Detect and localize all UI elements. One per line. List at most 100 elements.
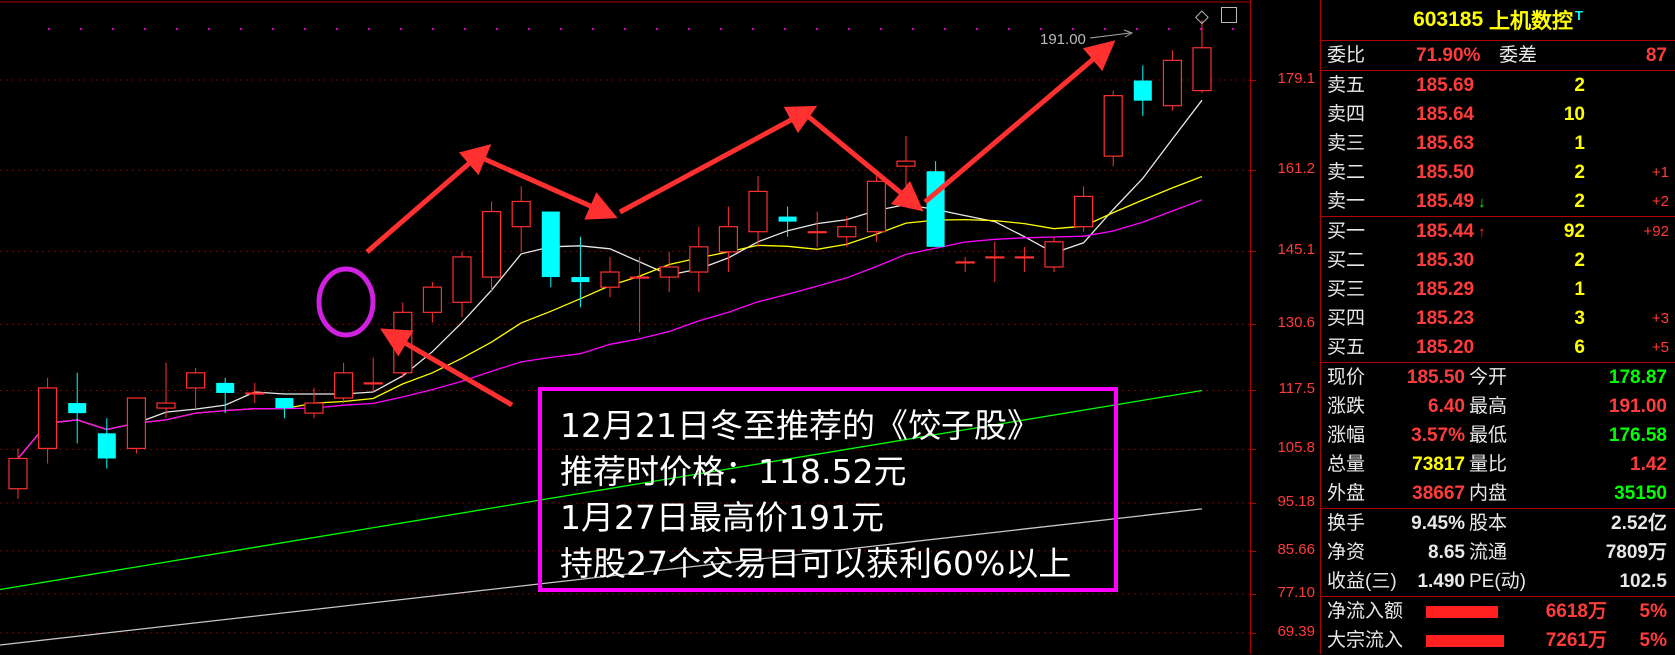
- quote-value-2: 35150: [1614, 483, 1667, 504]
- candle: [955, 256, 975, 273]
- bid-label: 买四: [1327, 308, 1366, 329]
- y-tick-label: 105.8: [1277, 439, 1315, 457]
- ask-row[interactable]: 卖五 185.69 2: [1321, 71, 1675, 100]
- candle-body: [926, 171, 945, 247]
- down-arrow-icon: ↓: [1478, 194, 1486, 211]
- candle: [1044, 236, 1064, 273]
- annotation-line-1: 12月21日冬至推荐的《饺子股》: [560, 406, 1040, 445]
- ask-label: 卖四: [1327, 104, 1366, 125]
- quote-label: 外盘: [1327, 483, 1366, 504]
- candle: [186, 367, 206, 409]
- bid-price: 185.44 ↑: [1416, 221, 1486, 242]
- marker-dot: [816, 28, 818, 30]
- weibi-label: 委比: [1327, 45, 1366, 66]
- candle-body: [718, 226, 739, 253]
- candle: [1192, 20, 1212, 94]
- candle-body: [186, 372, 206, 389]
- marker-dot: [48, 28, 50, 30]
- y-tick-label: 117.5: [1278, 380, 1315, 398]
- candle-body: [511, 200, 531, 228]
- bid-row[interactable]: 买三 185.29 1: [1321, 275, 1675, 304]
- ask-price: 185.63: [1416, 133, 1475, 154]
- annotation-line-4: 持股27个交易日可以获利60%以上: [560, 544, 1072, 583]
- candle: [807, 211, 827, 247]
- stock-header[interactable]: 603185 上机数控 T: [1321, 0, 1675, 41]
- quote-label: 涨幅: [1327, 425, 1366, 446]
- fundamental-label: 收益(三): [1327, 571, 1397, 592]
- ask-price: 185.50: [1416, 162, 1475, 183]
- y-tick-label: 95.18: [1277, 492, 1315, 510]
- candle: [334, 362, 354, 404]
- y-tick-label: 179.1: [1277, 70, 1315, 87]
- fundamental-label: 换手: [1327, 513, 1366, 534]
- quote-value-2: 178.87: [1608, 367, 1667, 388]
- candle-body: [896, 160, 916, 167]
- candle: [600, 256, 620, 298]
- candle-body: [1133, 80, 1152, 101]
- fundamentals: 换手 9.45% 股本 2.52亿 净资 8.65 流通 7809万 收益(三) 1…: [1321, 509, 1675, 597]
- ask-row[interactable]: 卖三 185.63 1: [1321, 129, 1675, 158]
- marker-dot: [848, 28, 850, 30]
- marker-dot: [464, 28, 466, 30]
- stock-name: 上机数控: [1488, 10, 1573, 33]
- fundamental-row: 换手 9.45% 股本 2.52亿: [1321, 509, 1675, 538]
- bid-volume: 1: [1574, 279, 1585, 300]
- flow-label: 净流入额: [1327, 601, 1404, 622]
- candle: [866, 176, 887, 242]
- candle-body: [216, 382, 235, 393]
- candle-body: [807, 231, 827, 234]
- candle: [1103, 90, 1123, 167]
- fundamental-value-2: 7809万: [1605, 542, 1667, 563]
- ask-price: 185.64: [1416, 104, 1475, 125]
- candle: [363, 357, 383, 393]
- marker-dot: [304, 28, 306, 30]
- stock-code: 603185: [1413, 8, 1484, 31]
- candle-body: [363, 382, 383, 385]
- flow-bar: [1426, 606, 1498, 618]
- bid-row[interactable]: 买二 185.30 2: [1321, 246, 1675, 275]
- ask-row[interactable]: 卖四 185.64 10: [1321, 100, 1675, 129]
- fundamental-value-2: 102.5: [1619, 571, 1667, 592]
- candle: [985, 241, 1005, 283]
- marker-dot: [112, 28, 114, 30]
- candle: [126, 397, 147, 454]
- candle: [1133, 65, 1152, 116]
- fundamental-row: 收益(三) 1.490 PE(动) 102.5: [1321, 567, 1675, 596]
- candle: [452, 251, 472, 318]
- candle: [541, 211, 560, 288]
- candle-body: [37, 387, 58, 450]
- ask-row[interactable]: 卖一 185.49 ↓ 2 +2: [1321, 187, 1675, 216]
- bid-row[interactable]: 买四 185.23 3 +3: [1321, 304, 1675, 333]
- candle: [718, 206, 739, 273]
- candle: [97, 418, 116, 469]
- bid-book: 买一 185.44 ↑ 92 +92 买二 185.30 2 买三 185.29 1…: [1321, 217, 1675, 363]
- candle-body: [1014, 256, 1035, 259]
- annotation-line-3: 1月27日最高价191元: [560, 498, 884, 537]
- quote-row: 外盘 38667 内盘 35150: [1321, 479, 1675, 508]
- ask-price: 185.49 ↓: [1416, 191, 1486, 212]
- highlight-circle: [316, 266, 376, 338]
- bid-price: 185.30: [1416, 250, 1475, 271]
- candle-body: [304, 402, 324, 414]
- candle: [659, 251, 679, 293]
- bid-row[interactable]: 买五 185.20 6 +5: [1321, 333, 1675, 362]
- y-tick-label: 85.66: [1277, 540, 1315, 558]
- candle: [68, 372, 87, 444]
- up-arrow-icon: ↑: [1478, 224, 1486, 241]
- quote-value-2: 191.00: [1608, 396, 1667, 417]
- high-price-label: 191.00: [1040, 31, 1086, 48]
- ask-row[interactable]: 卖二 185.50 2 +1: [1321, 158, 1675, 187]
- flow-percent: 5%: [1639, 630, 1667, 651]
- diamond-icon[interactable]: ◇: [1195, 6, 1209, 27]
- candle-body: [245, 392, 265, 395]
- bid-row[interactable]: 买一 185.44 ↑ 92 +92: [1321, 217, 1675, 246]
- marker-dot: [1072, 28, 1074, 30]
- trend-arrow: [480, 155, 618, 220]
- candle: [1014, 246, 1035, 273]
- flow-row: 净流入额 6618万 5%: [1321, 597, 1675, 626]
- fundamental-value: 9.45%: [1411, 513, 1465, 534]
- ask-volume: 10: [1563, 104, 1585, 125]
- panel-toggle-icon[interactable]: [1221, 7, 1237, 23]
- quote-value: 38667: [1412, 483, 1465, 504]
- candle-body: [334, 372, 354, 399]
